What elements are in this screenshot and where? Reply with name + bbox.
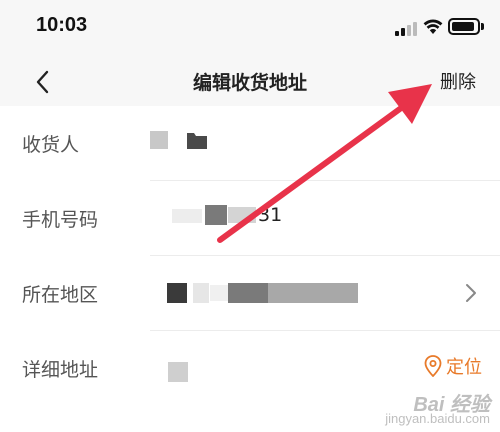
recipient-row[interactable]: 收货人 [0,106,500,181]
address-label: 详细地址 [22,359,99,381]
wifi-icon [423,19,443,34]
phone-row[interactable]: 手机号码 31 [0,181,500,256]
nav-bar: 编辑收货地址 删除 [0,60,500,106]
phone-value-redacted [172,209,202,223]
phone-value-redacted [205,205,227,225]
signal-icon [395,20,417,36]
region-value-redacted [268,283,358,303]
region-value-redacted [210,285,228,301]
phone-value-redacted [228,207,256,223]
address-value-redacted [168,362,188,382]
locate-button[interactable]: 定位 [424,353,482,379]
watermark-url: jingyan.baidu.com [385,411,490,426]
region-value-redacted [228,283,268,303]
phone-label: 手机号码 [22,209,99,231]
status-bar: 10:03 [0,0,500,60]
battery-cap [481,23,484,30]
location-pin-icon [424,355,442,377]
region-label: 所在地区 [22,284,99,306]
region-row[interactable]: 所在地区 [0,256,500,331]
region-value-redacted [193,283,209,303]
phone-visible-suffix: 31 [258,204,283,226]
battery-icon [448,18,480,35]
contact-book-icon[interactable] [186,130,208,150]
page-title: 编辑收货地址 [192,72,307,94]
watermark-logo: Bai 经验 [413,394,490,416]
recipient-value-redacted [150,131,168,149]
watermark: Bai 经验 jingyan.baidu.com [385,394,490,426]
status-time: 10:03 [36,14,88,36]
delete-button[interactable]: 删除 [440,68,476,94]
recipient-label: 收货人 [22,134,80,156]
chevron-right-icon[interactable] [464,282,478,304]
locate-label: 定位 [446,357,482,378]
region-value-redacted [167,283,187,303]
